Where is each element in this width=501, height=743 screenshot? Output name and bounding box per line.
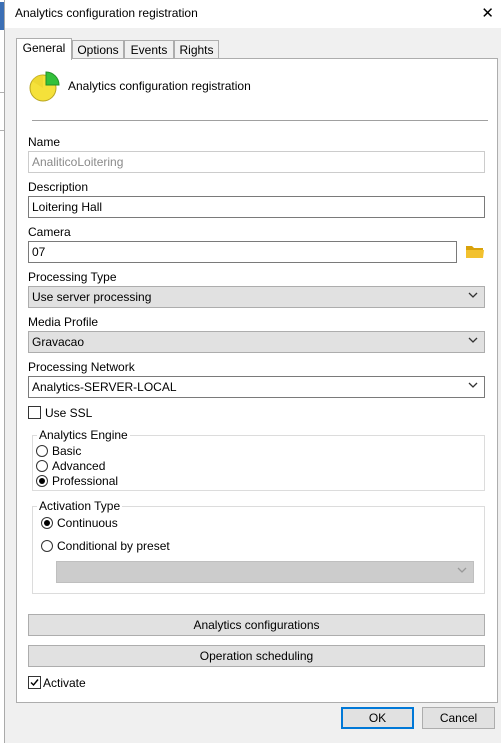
processing-type-select[interactable]: Use server processing	[28, 286, 485, 308]
processing-type-label: Processing Type	[28, 270, 117, 284]
radio-selected-dot	[44, 520, 50, 526]
activation-type-title: Activation Type	[37, 499, 123, 513]
tab-events[interactable]: Events	[124, 40, 174, 59]
description-field[interactable]: Loitering Hall	[28, 196, 485, 218]
analytics-configurations-button[interactable]: Analytics configurations	[28, 614, 485, 636]
processing-network-select[interactable]: Analytics-SERVER-LOCAL	[28, 376, 485, 398]
tab-general[interactable]: General	[16, 38, 72, 60]
radio-selected-dot	[39, 478, 45, 484]
general-panel: Analytics configuration registration Nam…	[16, 58, 498, 703]
radio-continuous[interactable]	[41, 517, 53, 529]
radio-continuous-label: Continuous	[57, 516, 118, 530]
chevron-down-icon	[457, 567, 467, 573]
radio-conditional[interactable]	[41, 540, 53, 552]
close-icon[interactable]: ✕	[481, 4, 494, 22]
use-ssl-checkbox[interactable]	[28, 406, 41, 419]
chevron-down-icon	[468, 382, 478, 388]
window-title: Analytics configuration registration	[15, 6, 198, 20]
folder-icon[interactable]	[465, 243, 485, 260]
camera-label: Camera	[28, 225, 71, 239]
tab-rights[interactable]: Rights	[174, 40, 219, 59]
name-label: Name	[28, 135, 61, 149]
radio-basic-label: Basic	[52, 444, 82, 458]
pie-chart-icon	[29, 71, 60, 102]
analytics-engine-title: Analytics Engine	[37, 428, 130, 442]
media-profile-value: Gravacao	[32, 335, 85, 349]
processing-network-value: Analytics-SERVER-LOCAL	[32, 380, 177, 394]
activate-checkbox[interactable]	[28, 676, 41, 689]
ok-button[interactable]: OK	[341, 707, 414, 729]
media-profile-label: Media Profile	[28, 315, 99, 329]
chevron-down-icon	[468, 292, 478, 298]
description-label: Description	[28, 180, 89, 194]
name-field[interactable]: AnaliticoLoitering	[28, 151, 485, 173]
processing-network-label: Processing Network	[28, 360, 135, 374]
chevron-down-icon	[468, 337, 478, 343]
radio-conditional-label: Conditional by preset	[57, 539, 170, 553]
header-separator	[32, 120, 488, 121]
header-text: Analytics configuration registration	[68, 79, 251, 93]
use-ssl-label: Use SSL	[45, 406, 93, 420]
media-profile-select[interactable]: Gravacao	[28, 331, 485, 353]
radio-advanced-label: Advanced	[52, 459, 106, 473]
processing-type-value: Use server processing	[32, 290, 152, 304]
title-bar: Analytics configuration registration ✕	[5, 0, 501, 28]
radio-advanced[interactable]	[36, 460, 48, 472]
radio-basic[interactable]	[36, 445, 48, 457]
cancel-button[interactable]: Cancel	[422, 707, 495, 729]
radio-professional[interactable]	[36, 475, 48, 487]
radio-professional-label: Professional	[52, 474, 119, 488]
preset-select[interactable]	[56, 561, 474, 583]
dialog-window: Analytics configuration registration ✕ G…	[4, 0, 501, 743]
activate-label: Activate	[43, 676, 86, 690]
checkmark-icon	[30, 679, 39, 687]
tab-options[interactable]: Options	[72, 40, 124, 59]
operation-scheduling-button[interactable]: Operation scheduling	[28, 645, 485, 667]
camera-field[interactable]: 07	[28, 241, 457, 263]
